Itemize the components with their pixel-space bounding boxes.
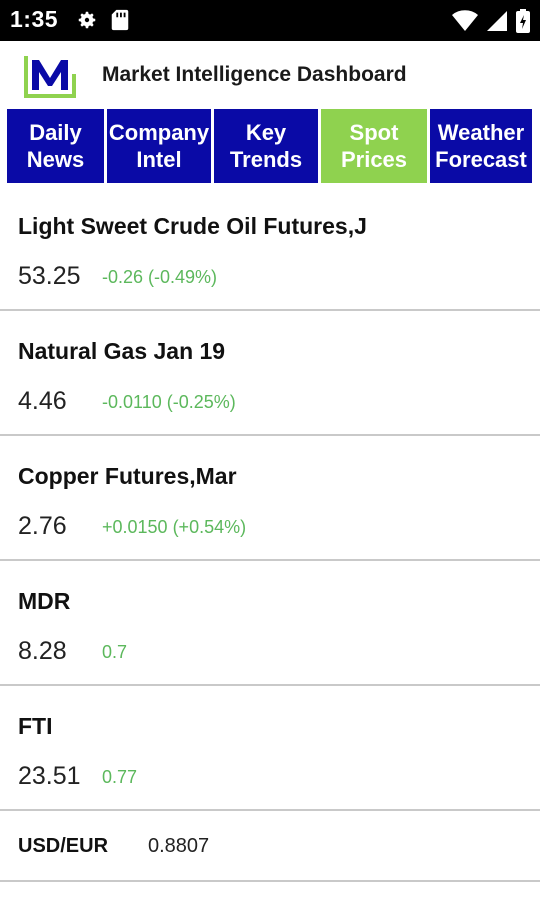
tab-label-line1: Daily [29, 120, 82, 145]
status-time: 1:35 [10, 6, 59, 32]
commodity-change: -0.26 (-0.49%) [102, 267, 218, 287]
tab-daily-news[interactable]: Daily News [7, 109, 104, 183]
cell-signal-icon [486, 10, 508, 37]
tab-label-line1: Spot [349, 120, 399, 145]
commodity-name: MDR [18, 588, 71, 614]
tab-label-line2: News [26, 147, 85, 172]
commodity-price: 8.28 [18, 637, 67, 665]
list-item[interactable]: FTI 23.51 0.77 [0, 686, 540, 811]
status-bar: 1:35 [0, 0, 540, 41]
commodity-price: 4.46 [18, 387, 67, 415]
commodity-change: -0.0110 (-0.25%) [102, 392, 236, 412]
commodity-name: Natural Gas Jan 19 [18, 338, 226, 364]
list-item[interactable]: MDR 8.28 0.7 [0, 561, 540, 686]
tab-label-line1: Key [245, 120, 287, 145]
tab-label-line1: Weather [437, 120, 525, 145]
commodity-name: Light Sweet Crude Oil Futures,J [18, 213, 367, 239]
tab-spot-prices[interactable]: Spot Prices [321, 109, 427, 183]
list-item[interactable]: Natural Gas Jan 19 4.46 -0.0110 (-0.25%) [0, 311, 540, 436]
tab-company-intel[interactable]: Company Intel [107, 109, 211, 183]
gear-icon [76, 9, 98, 36]
list-item[interactable]: Copper Futures,Mar 2.76 +0.0150 (+0.54%) [0, 436, 540, 561]
fx-rate-row[interactable]: USD/EUR 0.8807 [0, 811, 540, 882]
fx-label: USD/EUR [18, 835, 109, 857]
tab-label-line2: Prices [340, 147, 408, 172]
tab-label-line1: Company [108, 120, 210, 145]
commodity-change: 0.77 [102, 767, 138, 787]
nav-tabs: Daily News Company Intel Key Trends Spot Pri… [7, 109, 535, 183]
tab-key-trends[interactable]: Key Trends [214, 109, 318, 183]
commodity-price: 2.76 [18, 512, 67, 540]
tab-label-line2: Intel [136, 147, 182, 172]
commodity-change: 0.7 [102, 642, 128, 662]
commodity-name: Copper Futures,Mar [18, 463, 237, 489]
wifi-icon [452, 10, 478, 37]
app-logo [24, 54, 76, 98]
tab-label-line2: Trends [229, 147, 303, 172]
tab-weather-forecast[interactable]: Weather Forecast [430, 109, 532, 183]
fx-value: 0.8807 [148, 835, 210, 857]
commodity-change: +0.0150 (+0.54%) [102, 517, 247, 537]
commodity-name: FTI [18, 713, 53, 739]
tab-label-line2: Forecast [435, 147, 527, 172]
app-title: Market Intelligence Dashboard [102, 63, 407, 86]
battery-icon [516, 9, 530, 38]
spot-prices-list: Light Sweet Crude Oil Futures,J 53.25 -0… [0, 186, 540, 882]
list-item[interactable]: Light Sweet Crude Oil Futures,J 53.25 -0… [0, 186, 540, 311]
commodity-price: 53.25 [18, 262, 81, 290]
sd-card-icon [110, 9, 130, 36]
commodity-price: 23.51 [18, 762, 81, 790]
